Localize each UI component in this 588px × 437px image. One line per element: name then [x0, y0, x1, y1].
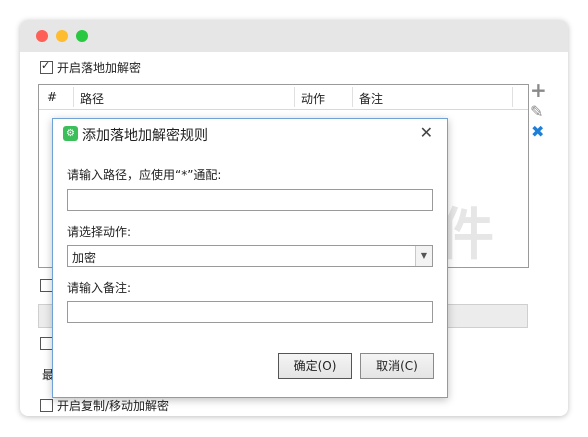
add-icon[interactable]: +: [530, 80, 547, 100]
enable-local-label: 开启落地加解密: [57, 61, 142, 75]
title-bar: [20, 20, 568, 52]
zoom-window-button[interactable]: [76, 30, 88, 42]
chevron-down-icon[interactable]: ▼: [415, 246, 432, 266]
col-action[interactable]: 动作: [301, 90, 325, 107]
path-input[interactable]: [67, 189, 433, 211]
column-divider: [512, 87, 513, 107]
dialog-title-bar: ⚙ 添加落地加解密规则 ✕: [53, 119, 447, 149]
add-rule-dialog: ⚙ 添加落地加解密规则 ✕ 请输入路径，应使用“*”通配: 请选择动作: 加密 …: [52, 118, 448, 398]
col-note[interactable]: 备注: [359, 90, 383, 107]
note-prompt: 请输入备注:: [67, 281, 132, 295]
edit-icon[interactable]: ✎: [530, 104, 543, 120]
column-divider: [352, 87, 353, 107]
dialog-title: 添加落地加解密规则: [82, 128, 208, 144]
column-divider: [294, 87, 295, 107]
action-select[interactable]: 加密 ▼: [67, 245, 433, 267]
col-path[interactable]: 路径: [80, 90, 104, 107]
col-index[interactable]: #: [47, 90, 57, 104]
enable-copy-checkbox[interactable]: [40, 399, 53, 412]
delete-icon[interactable]: ✖: [531, 124, 544, 140]
cancel-button[interactable]: 取消(C): [360, 353, 434, 379]
column-divider: [73, 87, 74, 107]
minimize-window-button[interactable]: [56, 30, 68, 42]
action-selected: 加密: [72, 251, 97, 265]
close-window-button[interactable]: [36, 30, 48, 42]
path-prompt: 请输入路径，应使用“*”通配:: [67, 168, 222, 182]
app-icon: ⚙: [63, 126, 78, 141]
enable-copy-label: 开启复制/移动加解密: [57, 399, 170, 413]
ok-button[interactable]: 确定(O): [278, 353, 352, 379]
close-icon[interactable]: ✕: [420, 123, 433, 142]
action-prompt: 请选择动作:: [67, 225, 132, 239]
note-input[interactable]: [67, 301, 433, 323]
table-header: # 路径 动作 备注: [39, 85, 528, 110]
enable-local-checkbox[interactable]: [40, 59, 53, 74]
